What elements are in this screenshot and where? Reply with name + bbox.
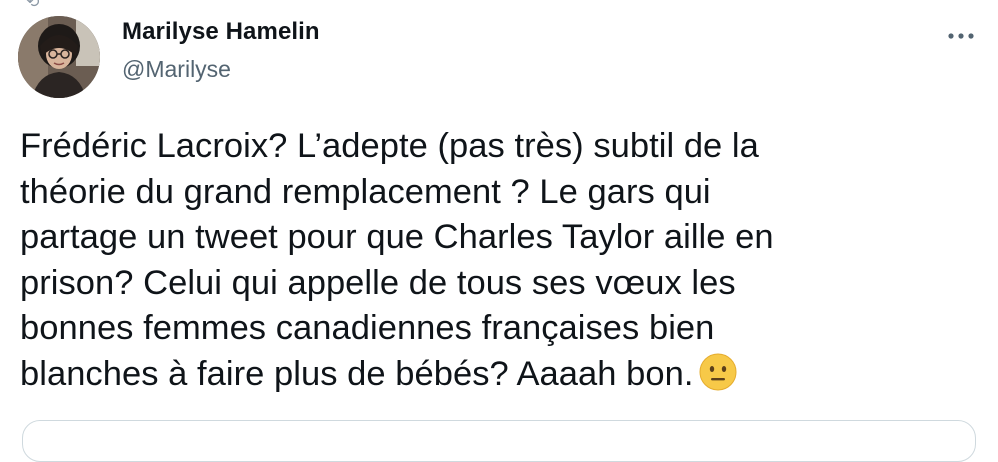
retweet-icon: ⟲ [26, 0, 39, 8]
quoted-tweet-card[interactable] [22, 420, 976, 462]
avatar[interactable] [18, 16, 100, 98]
tweet-text-line: théorie du grand remplacement ? Le gars … [20, 172, 711, 211]
social-context-bar: ⟲ [0, 0, 998, 8]
more-horizontal-icon [948, 33, 974, 39]
tweet-text-line-content: blanches à faire plus de bébés? Aaaah bo… [20, 354, 694, 393]
social-context-text [52, 0, 202, 6]
tweet-text-line-last: blanches à faire plus de bébés? Aaaah bo… [20, 352, 920, 404]
tweet-text-line: prison? Celui qui appelle de tous ses vœ… [20, 263, 736, 302]
tweet-text-line: bonnes femmes canadiennes françaises bie… [20, 309, 715, 347]
neutral-face-emoji-icon [699, 353, 737, 404]
tweet-text: Frédéric Lacroix? L’adepte (pas très) su… [20, 124, 920, 403]
more-options-button[interactable] [944, 24, 978, 48]
author-name[interactable]: Marilyse Hamelin [122, 18, 320, 46]
avatar-photo [18, 16, 100, 98]
tweet-text-line: Frédéric Lacroix? L’adepte (pas très) su… [20, 127, 759, 165]
author-handle[interactable]: @Marilyse [122, 56, 231, 83]
tweet-text-line: partage un tweet pour que Charles Taylor… [20, 218, 774, 256]
